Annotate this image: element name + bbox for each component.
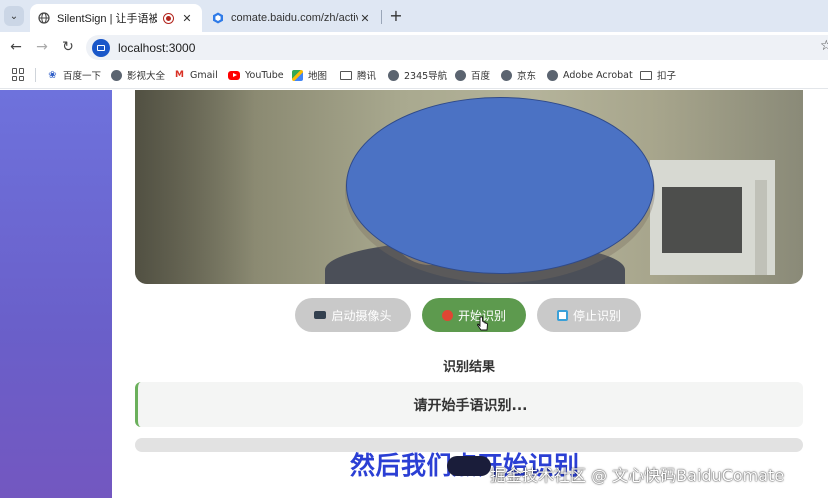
reload-button[interactable]: ↻ xyxy=(59,38,77,56)
plus-icon: + xyxy=(389,6,403,25)
bookmark-tencent[interactable]: 腾讯 xyxy=(340,67,376,83)
start-camera-button[interactable]: 启动摄像头 xyxy=(295,298,411,332)
bookmark-label: 京东 xyxy=(517,71,537,82)
arrow-left-icon: ← xyxy=(10,39,22,55)
bookmark-star-icon[interactable]: ☆ xyxy=(820,38,828,54)
stop-recognition-label: 停止识别 xyxy=(572,308,621,323)
bookmark-label: 扣子 xyxy=(657,71,677,82)
globe-icon xyxy=(388,69,399,81)
bookmark-map[interactable]: 地图 xyxy=(292,67,327,83)
map-icon xyxy=(292,69,303,81)
gmail-icon: M xyxy=(175,70,184,80)
comate-icon xyxy=(212,12,224,24)
bookmarks-bar: ❀ 百度一下 影视大全 M Gmail YouTube 地图 腾讯 2345导航 百… xyxy=(0,62,828,89)
caption-pill xyxy=(447,456,491,476)
baidu-paw-icon: ❀ xyxy=(48,69,57,81)
globe-icon xyxy=(455,69,466,81)
bookmark-label: 2345导航 xyxy=(404,71,448,82)
bookmark-baidu[interactable]: 百度 xyxy=(455,67,490,83)
camera-icon xyxy=(314,311,327,319)
chevron-down-icon: ⌄ xyxy=(9,10,19,22)
face-mask xyxy=(346,97,654,274)
tab-title: SilentSign | 让手语被听见 xyxy=(57,13,157,25)
bookmark-label: YouTube xyxy=(245,69,284,81)
stop-recognition-button[interactable]: 停止识别 xyxy=(537,298,641,332)
bookmark-adobe-acrobat[interactable]: Adobe Acrobat xyxy=(547,67,633,83)
camera-preview xyxy=(135,90,803,284)
mouse-cursor-icon xyxy=(477,316,488,331)
close-tab-icon[interactable]: ✕ xyxy=(358,12,372,25)
bookmark-label: 百度 xyxy=(471,71,491,82)
bookmark-label: 地图 xyxy=(308,71,328,82)
tab-search-button[interactable]: ⌄ xyxy=(4,6,24,26)
bookmark-gmail[interactable]: M Gmail xyxy=(174,67,218,83)
arrow-right-icon: → xyxy=(36,39,48,55)
globe-icon xyxy=(547,69,558,81)
recording-icon xyxy=(163,12,174,24)
bookmark-baidu-search[interactable]: ❀ 百度一下 xyxy=(47,67,101,83)
video-background-window xyxy=(662,187,742,253)
folder-icon xyxy=(340,70,352,80)
reload-icon: ↻ xyxy=(62,39,74,55)
tab-strip: ⌄ SilentSign | 让手语被听见 ✕ comate.baidu.com… xyxy=(0,0,828,32)
result-heading: 识别结果 xyxy=(442,360,495,375)
address-bar[interactable]: localhost:3000 xyxy=(86,35,828,60)
watermark-text: 掘金技术社区 @ 文心快码BaiduComate xyxy=(490,466,785,485)
stop-square-icon xyxy=(556,309,568,321)
bookmark-yingshi[interactable]: 影视大全 xyxy=(111,67,165,83)
bookmark-2345[interactable]: 2345导航 xyxy=(388,67,447,83)
tab-title: comate.baidu.com/zh/activit xyxy=(231,12,358,24)
apps-grid-icon[interactable] xyxy=(12,68,25,81)
bookmark-label: 百度一下 xyxy=(63,71,102,82)
forward-button[interactable]: → xyxy=(33,38,51,56)
result-text: 请开始手语识别... xyxy=(413,397,528,414)
record-dot-icon xyxy=(441,309,453,321)
bookmark-label: Adobe Acrobat xyxy=(563,69,633,81)
bookmark-youtube[interactable]: YouTube xyxy=(228,67,284,83)
tab-silentsign[interactable]: SilentSign | 让手语被听见 ✕ xyxy=(30,4,202,32)
browser-toolbar: ← → ↻ localhost:3000 ☆ xyxy=(0,32,828,62)
bookmarks-divider xyxy=(35,68,36,82)
globe-icon xyxy=(111,69,122,81)
start-camera-label: 启动摄像头 xyxy=(331,308,392,323)
back-button[interactable]: ← xyxy=(7,38,25,56)
url-text: localhost:3000 xyxy=(118,40,196,55)
tab-comate[interactable]: comate.baidu.com/zh/activit ✕ xyxy=(204,4,380,32)
close-tab-icon[interactable]: ✕ xyxy=(180,12,194,25)
bookmark-jd[interactable]: 京东 xyxy=(501,67,536,83)
folder-icon xyxy=(640,70,652,80)
video-shadow xyxy=(135,90,255,284)
bookmark-label: Gmail xyxy=(190,69,218,81)
youtube-icon xyxy=(228,70,240,80)
result-display: 请开始手语识别... xyxy=(135,382,803,427)
bookmark-kouzi[interactable]: 扣子 xyxy=(640,67,676,83)
start-recognition-button[interactable]: 开始识别 xyxy=(422,298,526,332)
tab-divider xyxy=(381,10,382,24)
new-tab-button[interactable]: + xyxy=(386,6,406,26)
globe-icon xyxy=(501,69,512,81)
camera-in-use-icon[interactable] xyxy=(92,38,110,57)
video-background-frame xyxy=(755,180,767,275)
globe-icon xyxy=(38,12,50,24)
background-gradient xyxy=(0,90,112,498)
bookmark-label: 腾讯 xyxy=(357,71,377,82)
bookmark-label: 影视大全 xyxy=(127,71,166,82)
